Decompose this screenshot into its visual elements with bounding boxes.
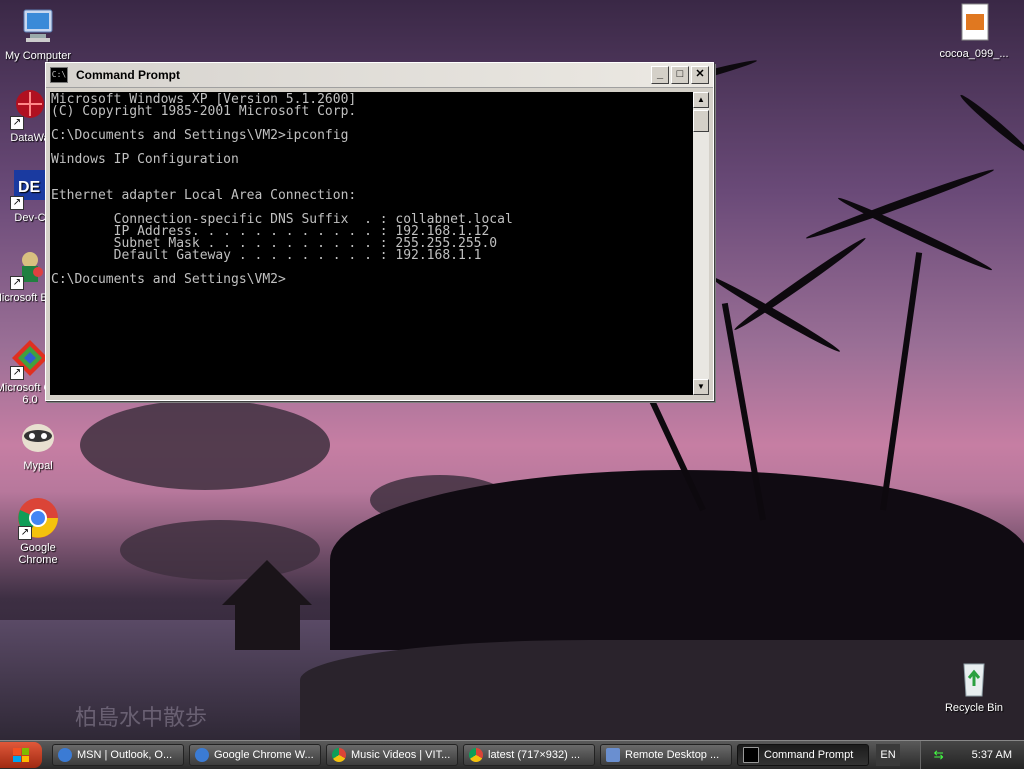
system-tray: ⇆ 5:37 AM <box>920 741 1024 769</box>
recycle-bin-icon <box>952 656 996 700</box>
shortcut-arrow-icon: ↗ <box>10 366 24 380</box>
maximize-button[interactable]: □ <box>671 66 689 84</box>
shortcut-arrow-icon: ↗ <box>10 196 24 210</box>
taskbar-button-label: latest (717×932) ... <box>488 749 581 761</box>
command-prompt-window[interactable]: C:\ Command Prompt _ □ ✕ Microsoft Windo… <box>45 62 714 401</box>
desktop-icon-cocoa-file[interactable]: cocoa_099_... <box>936 2 1012 60</box>
desktop-icon-mypal[interactable]: Mypal <box>0 414 76 472</box>
hut-scenery <box>235 605 300 650</box>
svg-text:DE: DE <box>18 179 41 196</box>
hut-scenery <box>222 560 312 605</box>
cmd-icon <box>743 747 759 763</box>
shortcut-arrow-icon: ↗ <box>10 276 24 290</box>
file-icon <box>952 2 996 46</box>
scroll-up-icon[interactable]: ▲ <box>693 92 709 108</box>
taskbar-button-msn[interactable]: MSN | Outlook, O... <box>52 744 184 766</box>
start-button[interactable] <box>0 742 42 768</box>
computer-icon <box>16 4 60 48</box>
desktop-icon-recycle-bin[interactable]: Recycle Bin <box>936 656 1012 714</box>
desktop-icon-label: cocoa_099_... <box>939 48 1009 60</box>
mypal-icon <box>16 414 60 458</box>
taskbar-button-label: MSN | Outlook, O... <box>77 749 173 761</box>
clock[interactable]: 5:37 AM <box>972 749 1012 761</box>
scroll-thumb[interactable] <box>693 110 709 132</box>
network-icon[interactable]: ⇆ <box>934 749 948 761</box>
desktop-icon-my-computer[interactable]: My Computer <box>0 4 76 62</box>
palm-tree <box>957 92 1024 156</box>
shortcut-arrow-icon: ↗ <box>18 526 32 540</box>
desktop-icon-label: Google Chrome <box>18 542 58 566</box>
wallpaper-watermark: 柏島水中散歩 <box>75 706 208 731</box>
chrome-icon <box>469 748 483 762</box>
beach-scenery <box>300 640 1024 740</box>
taskbar-button-command-prompt[interactable]: Command Prompt <box>737 744 869 766</box>
ie-icon <box>195 748 209 762</box>
taskbar-button-label: Music Videos | VIT... <box>351 749 451 761</box>
vertical-scrollbar[interactable]: ▲ ▼ <box>693 92 709 395</box>
island-scenery <box>330 470 1024 650</box>
cmd-icon: C:\ <box>50 67 68 83</box>
close-button[interactable]: ✕ <box>691 66 709 84</box>
taskbar-button-remote-desktop[interactable]: Remote Desktop ... <box>600 744 732 766</box>
desktop-icon-label: Recycle Bin <box>944 702 1004 714</box>
taskbar-button-latest[interactable]: latest (717×932) ... <box>463 744 595 766</box>
desktop-icon-google-chrome[interactable]: ↗ Google Chrome <box>0 496 76 566</box>
chrome-icon <box>332 748 346 762</box>
desktop-icon-label: Mypal <box>23 460 53 472</box>
cloud-scenery <box>80 400 330 490</box>
window-title: Command Prompt <box>76 68 181 82</box>
taskbar-button-label: Google Chrome W... <box>214 749 314 761</box>
ie-icon <box>58 748 72 762</box>
language-indicator[interactable]: EN <box>876 744 900 766</box>
minimize-button[interactable]: _ <box>651 66 669 84</box>
windows-logo-icon <box>13 748 29 762</box>
palm-tree <box>880 252 923 511</box>
taskbar-button-label: Remote Desktop ... <box>625 749 720 761</box>
remote-desktop-icon <box>606 748 620 762</box>
console-area[interactable]: Microsoft Windows XP [Version 5.1.2600] … <box>50 92 693 395</box>
taskbar-button-label: Command Prompt <box>764 749 854 761</box>
shortcut-arrow-icon: ↗ <box>10 116 24 130</box>
scroll-down-icon[interactable]: ▼ <box>693 379 709 395</box>
desktop-icon-label: My Computer <box>4 50 72 62</box>
window-titlebar[interactable]: C:\ Command Prompt _ □ ✕ <box>46 63 713 88</box>
taskbar: MSN | Outlook, O... Google Chrome W... M… <box>0 740 1024 769</box>
taskbar-button-music-videos[interactable]: Music Videos | VIT... <box>326 744 458 766</box>
taskbar-button-chrome-web[interactable]: Google Chrome W... <box>189 744 321 766</box>
console-output: Microsoft Windows XP [Version 5.1.2600] … <box>51 92 513 287</box>
palm-tree <box>732 234 868 334</box>
chrome-icon: ↗ <box>16 496 60 540</box>
